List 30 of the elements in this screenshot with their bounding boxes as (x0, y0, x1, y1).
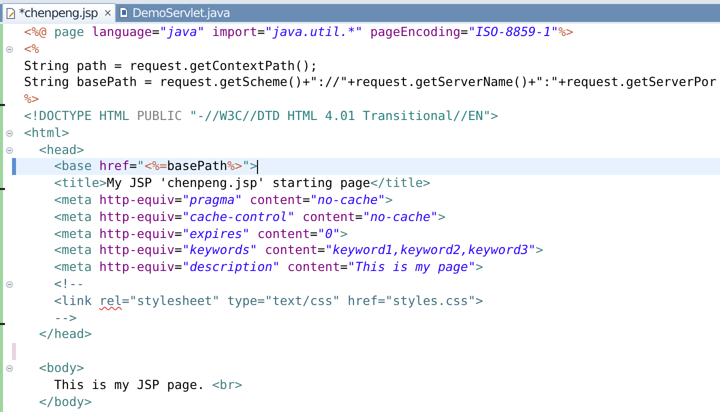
fold-icon[interactable] (6, 130, 13, 137)
code-line: This is my JSP page. <br> (53, 376, 244, 394)
code-line: <title>My JSP 'chenpeng.jsp' starting page</title> (53, 175, 432, 192)
code-line: <meta http-equiv="pragma" content="no-cache"> (53, 192, 394, 209)
code-line: String path = request.getContextPath(); (23, 58, 318, 74)
fold-icon[interactable] (6, 280, 13, 288)
code-line: <%@ page language="java" import="java.util.*" pageEncoding="ISO-8859-1"%> (23, 24, 574, 41)
code-line: <!DOCTYPE HTML PUBLIC "-//W3C//DTD HTML 4.01 Transitional//EN"> (23, 108, 500, 125)
code-line: %> (23, 91, 40, 108)
fold-icon[interactable] (6, 364, 13, 372)
fold-icon[interactable] (6, 146, 13, 154)
editor-tab[interactable]: *chenpeng.jsp × (2, 3, 116, 22)
code-line: </body> (38, 394, 93, 410)
file-icon (6, 8, 16, 18)
code-line: <body> (38, 360, 86, 377)
code-line: <link rel="stylesheet" type="text/css" href="styles.css"> (53, 292, 484, 310)
code-line: <meta http-equiv="keywords" content="keyword1,keyword2,keyword3"> (53, 242, 544, 260)
close-button[interactable]: × (104, 8, 112, 18)
code-line: <!-- (53, 276, 86, 293)
fold-icon[interactable] (6, 46, 13, 53)
code-line: <head> (38, 142, 86, 158)
code-line: <meta http-equiv="expires" content="0"> (53, 226, 349, 242)
code-line: <meta http-equiv="cache-control" content="no-cache"> (53, 208, 446, 226)
code-line: <meta http-equiv="description" content="This is my page"> (53, 259, 484, 276)
code-line: --> (53, 310, 78, 326)
code-line: String basePath = request.getScheme()+"://"+request.getServerName()+":"+request.getServerPor (23, 74, 718, 92)
file-icon (119, 7, 130, 18)
code-line: </head> (38, 326, 93, 344)
code-line: <html> (23, 124, 70, 142)
code-line: <% (23, 40, 40, 58)
